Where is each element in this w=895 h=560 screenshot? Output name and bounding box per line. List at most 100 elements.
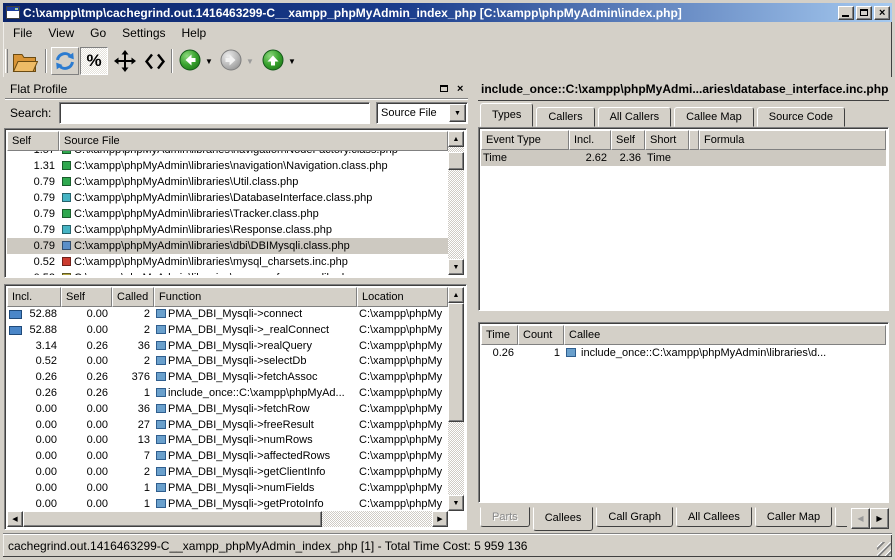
- function-row[interactable]: 0.260.261include_once::C:\xampp\phpMyAd.…: [7, 386, 448, 402]
- source-file-row[interactable]: 0.52C:\xampp\phpMyAdmin\libraries\mysql_…: [7, 254, 448, 270]
- forward-dropdown-icon[interactable]: ▼: [246, 57, 254, 66]
- function-row[interactable]: 0.260.26376PMA_DBI_Mysqli->fetchAssocC:\…: [7, 370, 448, 386]
- scrollbar-thumb[interactable]: [23, 511, 322, 527]
- column-header-time[interactable]: Time: [481, 325, 518, 345]
- menu-file[interactable]: File: [5, 24, 40, 42]
- event-type-row[interactable]: Time2.622.36Time: [481, 150, 886, 166]
- functions-horizontal-scrollbar[interactable]: ◀ ▶: [7, 511, 448, 527]
- open-file-button[interactable]: [11, 47, 39, 75]
- column-header-self[interactable]: Self: [61, 287, 112, 307]
- forward-button[interactable]: [218, 49, 244, 74]
- dock-title: Flat Profile: [5, 82, 436, 96]
- scroll-left-icon[interactable]: ◀: [7, 511, 23, 527]
- tab-all-callees[interactable]: All Callees: [676, 507, 752, 527]
- scrollbar-thumb[interactable]: [448, 152, 464, 170]
- tab-types[interactable]: Types: [480, 103, 533, 127]
- tab-parts[interactable]: Parts: [480, 507, 530, 527]
- function-row[interactable]: 0.000.001PMA_DBI_Mysqli->numFieldsC:\xam…: [7, 481, 448, 497]
- dock-float-button[interactable]: [436, 82, 452, 96]
- functions-vertical-scrollbar[interactable]: ▲ ▼: [448, 287, 464, 511]
- tab-call-graph[interactable]: Call Graph: [596, 507, 673, 527]
- function-row[interactable]: 0.000.007PMA_DBI_Mysqli->affectedRowsC:\…: [7, 449, 448, 465]
- function-row[interactable]: 0.520.002PMA_DBI_Mysqli->selectDbC:\xamp…: [7, 354, 448, 370]
- self-cost-cell: 0.79: [7, 222, 59, 238]
- back-dropdown-icon[interactable]: ▼: [205, 57, 213, 66]
- scrollbar-track[interactable]: [23, 511, 432, 527]
- cycle-detection-button[interactable]: [141, 47, 169, 75]
- tab-all-callers[interactable]: All Callers: [598, 107, 672, 127]
- resize-grip[interactable]: [877, 542, 891, 556]
- called-count-cell: 2: [112, 323, 154, 339]
- source-file-row[interactable]: 1.57C:\xampp\phpMyAdmin\libraries\naviga…: [7, 151, 448, 158]
- callee-row[interactable]: 0.261 include_once::C:\xampp\phpMyAdmin\…: [481, 345, 886, 361]
- function-row[interactable]: 0.000.0036PMA_DBI_Mysqli->fetchRowC:\xam…: [7, 402, 448, 418]
- scroll-up-icon[interactable]: ▲: [448, 287, 464, 303]
- search-input[interactable]: [59, 102, 370, 124]
- maximize-button[interactable]: [856, 6, 872, 20]
- toolbar-handle[interactable]: [5, 49, 8, 73]
- scrollbar-track[interactable]: [448, 303, 464, 495]
- tab-source-code[interactable]: Source Code: [757, 107, 845, 127]
- column-header-callee[interactable]: Callee: [564, 325, 886, 345]
- source-file-row[interactable]: 0.79C:\xampp\phpMyAdmin\libraries\Databa…: [7, 190, 448, 206]
- scroll-down-icon[interactable]: ▼: [448, 495, 464, 511]
- location-cell: C:\xampp\phpMy: [357, 323, 448, 339]
- column-header-location[interactable]: Location: [357, 287, 448, 307]
- source-file-row[interactable]: 0.79C:\xampp\phpMyAdmin\libraries\dbi\DB…: [7, 238, 448, 254]
- source-file-row[interactable]: 0.79C:\xampp\phpMyAdmin\libraries\Util.c…: [7, 174, 448, 190]
- close-button[interactable]: ×: [874, 6, 890, 20]
- column-header-function[interactable]: Function: [154, 287, 357, 307]
- tab-callers[interactable]: Callers: [536, 107, 594, 127]
- chevron-down-icon[interactable]: ▼: [449, 104, 466, 122]
- scroll-down-icon[interactable]: ▼: [448, 259, 464, 275]
- dock-close-button[interactable]: ×: [452, 82, 468, 96]
- up-dropdown-icon[interactable]: ▼: [288, 57, 296, 66]
- tab-scroll-left-icon[interactable]: ◀: [851, 508, 870, 529]
- source-file-row[interactable]: 0.79C:\xampp\phpMyAdmin\libraries\Tracke…: [7, 206, 448, 222]
- column-header-event-type[interactable]: Event Type: [481, 130, 569, 150]
- menu-settings[interactable]: Settings: [114, 24, 173, 42]
- tab-caller-map[interactable]: Caller Map: [755, 507, 832, 527]
- scrollbar-thumb[interactable]: [448, 303, 464, 422]
- tab-machine-code[interactable]: Machine: [835, 507, 847, 527]
- tab-callees[interactable]: Callees: [533, 507, 594, 531]
- source-file-row[interactable]: 0.79C:\xampp\phpMyAdmin\libraries\Respon…: [7, 222, 448, 238]
- column-header-self[interactable]: Self: [7, 131, 59, 151]
- column-header-source-file[interactable]: Source File: [59, 131, 448, 151]
- back-button[interactable]: [177, 49, 203, 74]
- minimize-button[interactable]: [838, 6, 854, 20]
- source-file-row[interactable]: 0.52C:\xampp\phpMyAdmin\libraries\user_p…: [7, 270, 448, 275]
- expand-cost-button[interactable]: [111, 47, 139, 75]
- column-header-formula[interactable]: Formula: [699, 130, 886, 150]
- function-row[interactable]: 52.880.002PMA_DBI_Mysqli->connectC:\xamp…: [7, 307, 448, 323]
- tab-callee-map[interactable]: Callee Map: [674, 107, 754, 127]
- source-file-row[interactable]: 1.31C:\xampp\phpMyAdmin\libraries\naviga…: [7, 158, 448, 174]
- function-name-cell: PMA_DBI_Mysqli->getProtoInfo: [154, 497, 357, 511]
- files-table-header: Self Source File: [7, 131, 448, 151]
- menu-view[interactable]: View: [40, 24, 82, 42]
- function-row[interactable]: 3.140.2636PMA_DBI_Mysqli->realQueryC:\xa…: [7, 339, 448, 355]
- column-header-self[interactable]: Self: [611, 130, 645, 150]
- scroll-up-icon[interactable]: ▲: [448, 131, 464, 147]
- scrollbar-track[interactable]: [448, 147, 464, 259]
- menu-go[interactable]: Go: [82, 24, 114, 42]
- tab-scroll-right-icon[interactable]: ▶: [870, 508, 889, 529]
- refresh-button[interactable]: [51, 47, 79, 75]
- scroll-right-icon[interactable]: ▶: [432, 511, 448, 527]
- location-cell: C:\xampp\phpMy: [357, 481, 448, 497]
- column-header-count[interactable]: Count: [518, 325, 564, 345]
- function-row[interactable]: 0.000.0027PMA_DBI_Mysqli->freeResultC:\x…: [7, 418, 448, 434]
- function-row[interactable]: 0.000.001PMA_DBI_Mysqli->getProtoInfoC:\…: [7, 497, 448, 511]
- menu-help[interactable]: Help: [174, 24, 215, 42]
- column-header-incl[interactable]: Incl.: [569, 130, 611, 150]
- function-row[interactable]: 52.880.002PMA_DBI_Mysqli->_realConnectC:…: [7, 323, 448, 339]
- column-header-called[interactable]: Called: [112, 287, 154, 307]
- percent-toggle-button[interactable]: %: [80, 47, 108, 75]
- function-row[interactable]: 0.000.002PMA_DBI_Mysqli->getClientInfoC:…: [7, 465, 448, 481]
- files-vertical-scrollbar[interactable]: ▲ ▼: [448, 131, 464, 275]
- column-header-incl[interactable]: Incl.: [7, 287, 61, 307]
- up-button[interactable]: [260, 49, 286, 74]
- column-header-short[interactable]: Short: [645, 130, 689, 150]
- function-row[interactable]: 0.000.0013PMA_DBI_Mysqli->numRowsC:\xamp…: [7, 433, 448, 449]
- grouping-selector[interactable]: Source File ▼: [376, 102, 468, 124]
